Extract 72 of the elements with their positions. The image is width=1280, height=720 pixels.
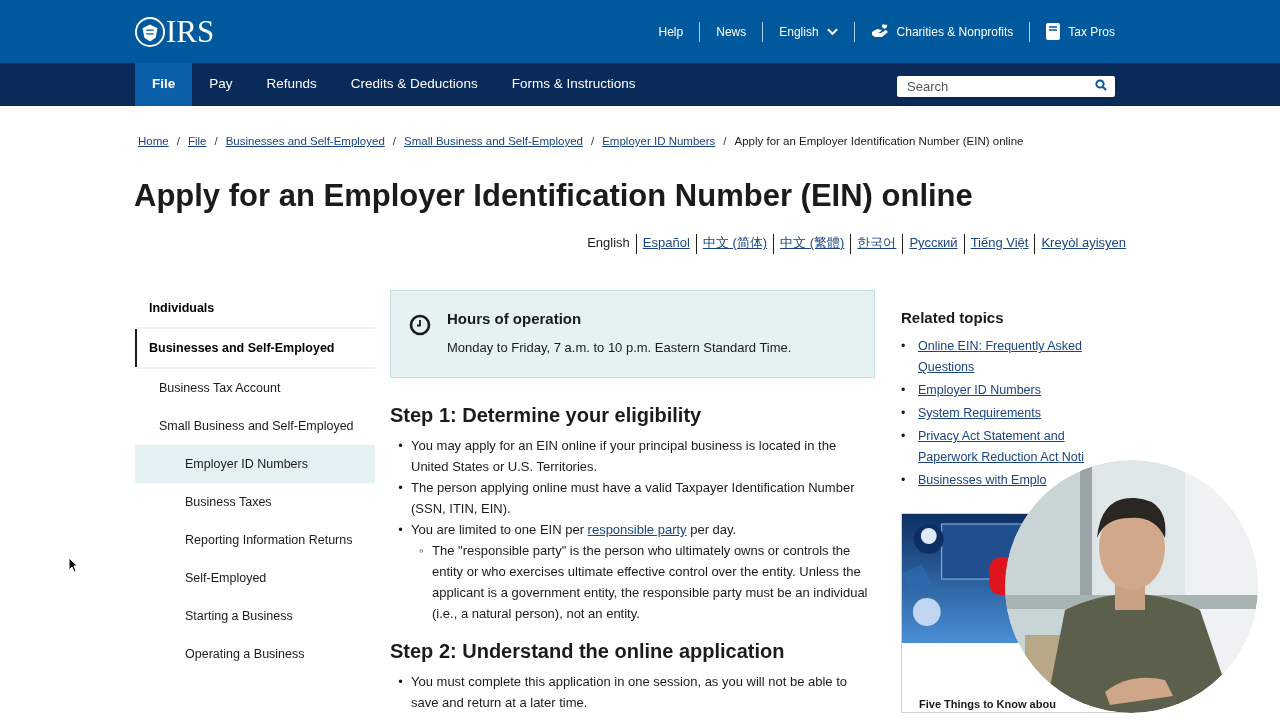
header-link[interactable]: Help bbox=[658, 22, 684, 41]
sidebar-item[interactable]: Operating a Business bbox=[135, 635, 375, 673]
page-title: Apply for an Employer Identification Number (EIN) online bbox=[133, 177, 974, 215]
nav-tab[interactable]: File bbox=[135, 63, 193, 106]
sidebar-item[interactable]: Business Tax Account bbox=[135, 369, 375, 407]
sidebar-item[interactable]: Individuals bbox=[135, 289, 375, 327]
bullet-text: You are limited to one EIN per responsible party per day. bbox=[411, 521, 737, 539]
bullet-marker: • bbox=[901, 472, 907, 489]
sidebar-item[interactable]: Small Business and Self-Employed bbox=[135, 407, 375, 445]
nav-tab[interactable]: Refunds bbox=[249, 63, 334, 106]
breadcrumb-current: Apply for an Employer Identification Number (EIN) online bbox=[734, 134, 1024, 149]
language-link[interactable]: Kreyòl ayisyen bbox=[1041, 234, 1126, 254]
logo[interactable]: IRS bbox=[166, 16, 215, 47]
related-topic-link[interactable]: System Requirements bbox=[918, 403, 1041, 424]
sidebar-item[interactable]: Business Taxes bbox=[135, 483, 375, 521]
language-link[interactable]: Русский bbox=[909, 234, 958, 254]
chevron-down-icon bbox=[826, 27, 838, 36]
bullet-marker: • bbox=[397, 521, 404, 539]
breadcrumb-link[interactable]: Small Business and Self-Employed bbox=[404, 133, 583, 149]
related-topic-link[interactable]: Online EIN: Frequently Asked Questions bbox=[918, 336, 1116, 378]
bullet-marker: • bbox=[901, 405, 907, 422]
bullet-text: The "responsible party" is the person who ultimately owns or controls the entity or who exercises ultimate effective control over the entity. Unless the applicant is a government entity, the responsible party must be an individual (i.e., a natural person), not an entity. bbox=[432, 542, 869, 623]
language-link[interactable]: Tiếng Việt bbox=[970, 234, 1029, 254]
hours-title: Hours of operation bbox=[447, 309, 583, 329]
breadcrumb-separator: / bbox=[214, 134, 218, 149]
bullet-marker: ◦ bbox=[418, 542, 425, 560]
section-heading: Step 1: Determine your eligibility bbox=[390, 403, 703, 428]
breadcrumb-separator: / bbox=[723, 134, 727, 149]
bullet-marker: • bbox=[901, 382, 907, 399]
nav-tab[interactable]: Credits & Deductions bbox=[333, 63, 495, 106]
breadcrumb-link[interactable]: File bbox=[187, 133, 207, 149]
bullet-text: You must complete this application in one session, as you will not be able to save and return at a later time. bbox=[411, 673, 848, 712]
breadcrumb-link[interactable]: Businesses and Self-Employed bbox=[225, 133, 385, 149]
related-topic-link[interactable]: Privacy Act Statement and Paperwork Reduction Act Noti bbox=[918, 426, 1116, 468]
bullet-text: The person applying online must have a valid Taxpayer Identification Number (SSN, ITIN, EIN). bbox=[411, 479, 856, 518]
breadcrumb-separator: / bbox=[176, 134, 180, 149]
language-link[interactable]: Español bbox=[642, 234, 690, 254]
sidebar-item[interactable]: Employer ID Numbers bbox=[135, 445, 375, 483]
bullet-marker: • bbox=[397, 673, 404, 691]
cursor-icon bbox=[68, 557, 78, 573]
bullet-marker: • bbox=[397, 437, 404, 455]
clock-icon bbox=[409, 314, 431, 336]
language-link[interactable]: 中文 (简体) bbox=[702, 234, 768, 254]
breadcrumb-link[interactable]: Home bbox=[138, 133, 169, 149]
responsible-party-link[interactable]: responsible party bbox=[587, 522, 687, 537]
sidebar-item[interactable]: Reporting Information Returns bbox=[135, 521, 375, 559]
sidebar-item[interactable]: Starting a Business bbox=[135, 597, 375, 635]
language-link[interactable]: English bbox=[587, 234, 630, 254]
nav-tab[interactable]: Pay bbox=[192, 63, 250, 106]
header-link[interactable]: Charities & Nonprofits bbox=[870, 22, 1014, 41]
hand-heart-icon bbox=[870, 24, 889, 39]
breadcrumb-separator: / bbox=[392, 134, 396, 149]
header-link[interactable]: News bbox=[716, 22, 747, 41]
breadcrumb-separator: / bbox=[591, 134, 595, 149]
search-icon bbox=[1095, 78, 1107, 91]
header-link[interactable]: English bbox=[779, 22, 838, 41]
bullet-text: You may apply for an EIN online if your principal business is located in the United States or U.S. Territories. bbox=[411, 437, 838, 476]
section-heading: Step 2: Understand the online application bbox=[390, 639, 786, 664]
breadcrumb-link[interactable]: Employer ID Numbers bbox=[602, 133, 716, 149]
language-link[interactable]: 中文 (繁體) bbox=[780, 234, 845, 254]
bullet-marker: • bbox=[901, 428, 907, 445]
search-field[interactable]: Search bbox=[897, 76, 1115, 97]
bullet-marker: • bbox=[397, 479, 404, 497]
related-topics-heading: Related topics bbox=[901, 308, 1005, 328]
book-icon bbox=[1046, 23, 1061, 40]
hours-text: Monday to Friday, 7 a.m. to 10 p.m. Eastern Standard Time. bbox=[447, 339, 792, 357]
language-link[interactable]: 한국어 bbox=[857, 234, 897, 254]
sidebar-item[interactable]: Self-Employed bbox=[135, 559, 375, 597]
nav-tab[interactable]: Forms & Instructions bbox=[494, 63, 653, 106]
bullet-marker: • bbox=[901, 338, 907, 355]
header-link[interactable]: Tax Pros bbox=[1046, 22, 1115, 41]
related-topic-link[interactable]: Employer ID Numbers bbox=[918, 380, 1041, 401]
